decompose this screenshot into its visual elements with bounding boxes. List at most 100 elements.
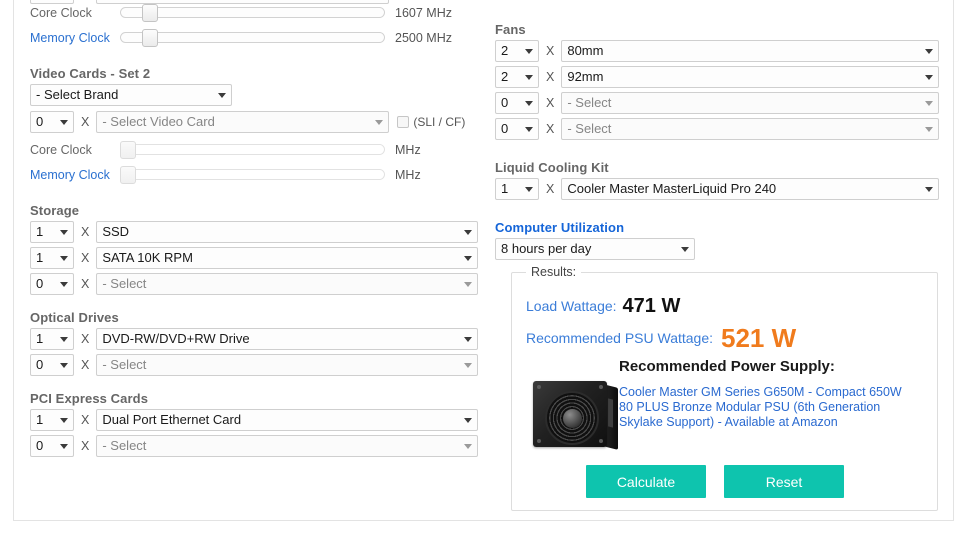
- load-wattage-line: Load Wattage: 471 W: [526, 295, 680, 318]
- storage-qty-select-1[interactable]: 1: [30, 247, 74, 269]
- multiply-symbol: X: [81, 332, 90, 346]
- liquid-cooling-kit-item-value-0: Cooler Master MasterLiquid Pro 240: [567, 181, 777, 196]
- psu-fan-grille-icon: [545, 391, 599, 445]
- fan-qty-select-1[interactable]: 2: [495, 66, 539, 88]
- set2-core-clock-slider[interactable]: [120, 141, 385, 159]
- reset-button[interactable]: Reset: [724, 465, 844, 498]
- storage-item-select-1[interactable]: SATA 10K RPM: [96, 247, 479, 269]
- storage-rows: 1 X SSD 1 X SATA 10K RPM 0 X - Select: [30, 221, 480, 295]
- chevron-down-icon: [525, 127, 533, 132]
- load-wattage-value: 471 W: [622, 295, 681, 317]
- set2-core-clock-row: Core Clock MHz: [30, 137, 480, 162]
- set1-memory-clock-label: Memory Clock: [30, 30, 110, 45]
- multiply-symbol: X: [546, 182, 555, 196]
- storage-item-value-2: - Select: [102, 276, 147, 291]
- optical-drive-item-select-0[interactable]: DVD-RW/DVD+RW Drive: [96, 328, 479, 350]
- fan-item-select-2[interactable]: - Select: [561, 92, 940, 114]
- set1-core-clock-row: Core Clock 1607 MHz: [30, 0, 480, 25]
- video-card-set2-select[interactable]: - Select Video Card: [96, 111, 390, 133]
- chevron-down-icon: [60, 363, 68, 368]
- pci-express-card-item-select-0[interactable]: Dual Port Ethernet Card: [96, 409, 479, 431]
- fan-qty-value-1: 2: [501, 69, 509, 84]
- storage-item-select-2[interactable]: - Select: [96, 273, 479, 295]
- pci-express-card-item-value-1: - Select: [102, 438, 147, 453]
- recommended-power-supply-title: Recommended Power Supply:: [619, 358, 835, 375]
- fan-item-value-3: - Select: [567, 121, 612, 136]
- pci-express-card-qty-select-0[interactable]: 1: [30, 409, 74, 431]
- video-card-set2-qty-value: 0: [36, 114, 44, 129]
- pci-express-card-item-select-1[interactable]: - Select: [96, 435, 479, 457]
- slider-handle[interactable]: [142, 4, 159, 22]
- load-wattage-label: Load Wattage:: [526, 298, 617, 314]
- optical-drive-item-value-1: - Select: [102, 357, 147, 372]
- storage-qty-select-0[interactable]: 1: [30, 221, 74, 243]
- optical-drive-item-select-1[interactable]: - Select: [96, 354, 479, 376]
- pci-express-card-row: 1 X Dual Port Ethernet Card: [30, 409, 480, 431]
- liquid-cooling-kit-heading: Liquid Cooling Kit: [495, 160, 609, 175]
- optical-drive-qty-select-0[interactable]: 1: [30, 328, 74, 350]
- set1-core-clock-value: 1607 MHz: [395, 5, 452, 20]
- optical-drive-row: 0 X - Select: [30, 354, 480, 376]
- sli-label: (SLI / CF): [413, 115, 466, 129]
- fan-item-select-0[interactable]: 80mm: [561, 40, 940, 62]
- fan-item-value-2: - Select: [567, 95, 612, 110]
- psu-screw: [537, 385, 541, 389]
- video-cards-set2-brand-row: - Select Brand: [30, 84, 480, 111]
- power-supply-product-image: [528, 377, 623, 455]
- set2-core-clock-label: Core Clock: [30, 142, 92, 157]
- optical-drive-qty-select-1[interactable]: 0: [30, 354, 74, 376]
- video-card-set2-brand-value: - Select Brand: [36, 87, 119, 102]
- fan-qty-select-2[interactable]: 0: [495, 92, 539, 114]
- video-card-set2-sli-group[interactable]: (SLI / CF): [397, 115, 465, 129]
- slider-handle[interactable]: [142, 29, 159, 47]
- chevron-down-icon: [925, 127, 934, 132]
- set2-memory-clock-row: Memory Clock MHz: [30, 162, 480, 187]
- storage-qty-select-2[interactable]: 0: [30, 273, 74, 295]
- fan-item-select-1[interactable]: 92mm: [561, 66, 940, 88]
- liquid-cooling-kit-row: 1 X Cooler Master MasterLiquid Pro 240: [495, 178, 940, 200]
- power-supply-calculator-page: X (SLI / CF) Core Clock 1607 MHz Memory …: [0, 0, 968, 534]
- optical-drives-rows: 1 X DVD-RW/DVD+RW Drive 0 X - Select: [30, 328, 480, 376]
- storage-item-select-0[interactable]: SSD: [96, 221, 479, 243]
- fan-qty-select-3[interactable]: 0: [495, 118, 539, 140]
- psu-side-label: [608, 398, 613, 428]
- set1-core-clock-slider[interactable]: [120, 4, 385, 22]
- multiply-symbol: X: [81, 225, 90, 239]
- optical-drive-qty-value-0: 1: [36, 331, 44, 346]
- pci-express-card-qty-select-1[interactable]: 0: [30, 435, 74, 457]
- multiply-symbol: X: [81, 251, 90, 265]
- set1-memory-clock-row: Memory Clock 2500 MHz: [30, 25, 480, 50]
- optical-drive-qty-value-1: 0: [36, 357, 44, 372]
- slider-handle[interactable]: [120, 141, 136, 159]
- calculate-button[interactable]: Calculate: [586, 465, 706, 498]
- fan-qty-select-0[interactable]: 2: [495, 40, 539, 62]
- slider-handle[interactable]: [120, 166, 136, 184]
- multiply-symbol: X: [546, 122, 555, 136]
- set1-memory-clock-slider[interactable]: [120, 29, 385, 47]
- computer-utilization-select[interactable]: 8 hours per day: [495, 238, 695, 260]
- set2-memory-clock-slider[interactable]: [120, 166, 385, 184]
- video-cards-set2-heading: Video Cards - Set 2: [30, 66, 151, 81]
- set1-memory-clock-value: 2500 MHz: [395, 30, 452, 45]
- chevron-down-icon: [464, 418, 473, 423]
- chevron-down-icon: [681, 247, 689, 252]
- fans-heading: Fans: [495, 22, 526, 37]
- video-cards-set2-card-row: 0 X - Select Video Card (SLI / CF): [30, 111, 480, 133]
- sli-checkbox[interactable]: [397, 116, 410, 128]
- chevron-down-icon: [464, 256, 473, 261]
- chevron-down-icon: [60, 282, 68, 287]
- optical-drive-item-value-0: DVD-RW/DVD+RW Drive: [102, 331, 250, 346]
- chevron-down-icon: [525, 101, 533, 106]
- video-card-set2-qty-select[interactable]: 0: [30, 111, 74, 133]
- video-card-set2-brand-select[interactable]: - Select Brand: [30, 84, 232, 106]
- chevron-down-icon: [464, 337, 473, 342]
- chevron-down-icon: [525, 187, 533, 192]
- liquid-cooling-kit-qty-select-0[interactable]: 1: [495, 178, 539, 200]
- fan-item-select-3[interactable]: - Select: [561, 118, 940, 140]
- liquid-cooling-kit-item-select-0[interactable]: Cooler Master MasterLiquid Pro 240: [561, 178, 940, 200]
- chevron-down-icon: [464, 363, 473, 368]
- chevron-down-icon: [925, 49, 934, 54]
- power-supply-product-link[interactable]: Cooler Master GM Series G650M - Compact …: [619, 385, 919, 430]
